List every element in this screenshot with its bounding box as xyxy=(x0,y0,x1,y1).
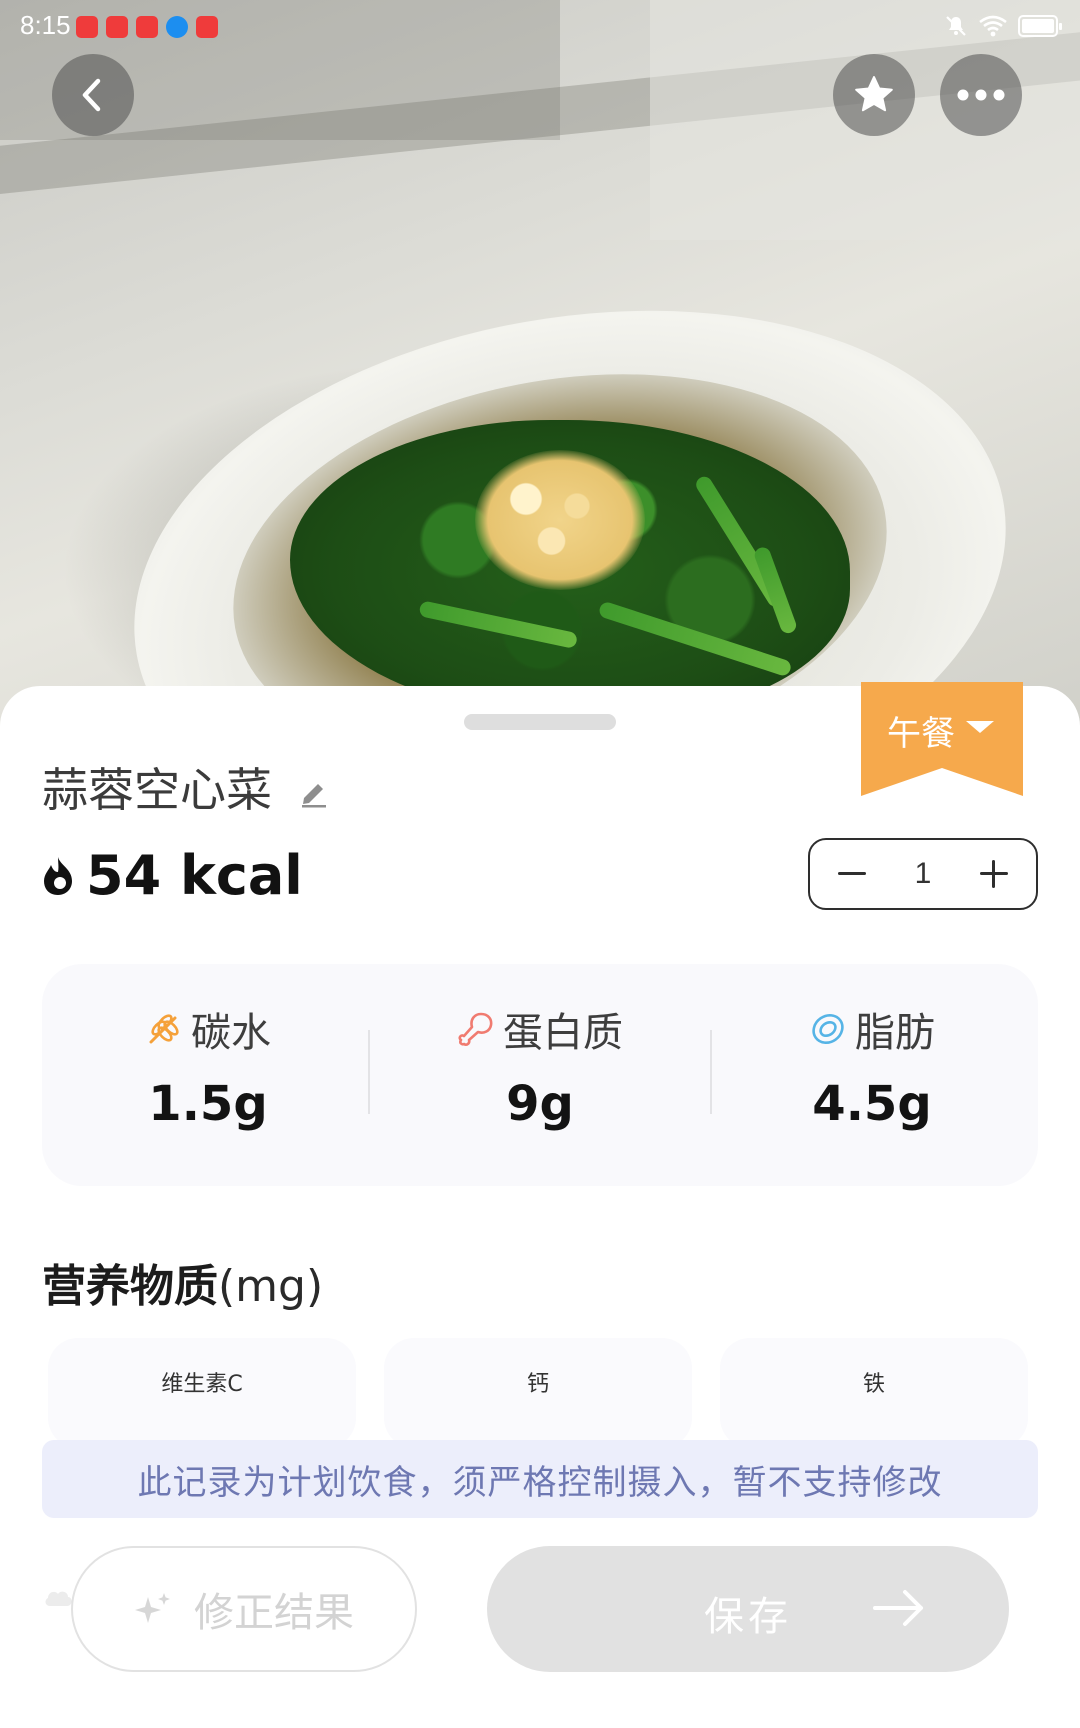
nutrient-card-calcium: 钙 xyxy=(384,1338,692,1448)
nutrient-card-iron: 铁 xyxy=(720,1338,1028,1448)
nutrient-label: 维生素C xyxy=(161,1372,243,1397)
macro-value: 9g xyxy=(506,1076,574,1132)
nutrient-label: 钙 xyxy=(526,1372,549,1397)
meal-label[interactable]: 午餐 xyxy=(887,706,955,755)
macro-value: 4.5g xyxy=(812,1076,932,1132)
increment-button[interactable] xyxy=(976,856,1012,892)
wheat-icon xyxy=(149,1014,179,1044)
food-detail-sheet: 午餐 蒜蓉空心菜 54 kcal 1 碳水 1.5g 蛋白质 9g 脂肪 4.5… xyxy=(0,682,1080,1728)
wifi-icon xyxy=(979,15,1007,37)
macro-value: 1.5g xyxy=(148,1076,268,1132)
notice-text: 此记录为计划饮食，须严格控制摄入，暂不支持修改 xyxy=(137,1462,943,1503)
correct-result-button[interactable]: 修正结果 xyxy=(71,1546,417,1672)
star-icon xyxy=(855,76,893,112)
macro-fat: 脂肪 4.5g xyxy=(706,964,1038,1186)
nutrient-card-vitamin-c: 维生素C xyxy=(48,1338,356,1448)
quantity-value[interactable]: 1 xyxy=(915,857,932,891)
macros-card: 碳水 1.5g 蛋白质 9g 脂肪 4.5g xyxy=(42,964,1038,1186)
chevron-left-icon xyxy=(82,78,101,112)
app-notification-icon xyxy=(106,16,128,38)
macro-label: 脂肪 xyxy=(855,1010,935,1056)
mute-icon xyxy=(946,16,966,36)
macro-label: 蛋白质 xyxy=(503,1010,623,1056)
drag-handle[interactable] xyxy=(464,714,616,730)
action-row: 修正结果 保存 xyxy=(0,1546,1080,1676)
battery-icon xyxy=(1018,15,1062,37)
back-button[interactable] xyxy=(52,54,134,136)
nutrients-unit: (mg) xyxy=(218,1261,324,1312)
browser-notification-icon xyxy=(166,16,188,38)
macro-protein: 蛋白质 9g xyxy=(374,964,706,1186)
cloud-icon xyxy=(45,1591,72,1606)
more-horizontal-icon xyxy=(957,89,1005,101)
edit-icon[interactable] xyxy=(298,776,330,808)
notification-icons xyxy=(76,16,218,38)
flame-icon xyxy=(44,856,72,895)
favorite-button[interactable] xyxy=(833,54,915,136)
sparkle-icon xyxy=(135,1593,170,1623)
drumstick-icon xyxy=(458,1012,493,1046)
status-time: 8:15 xyxy=(20,10,71,40)
save-label: 保存 xyxy=(704,1594,792,1640)
app-notification-icon xyxy=(136,16,158,38)
caret-down-icon xyxy=(966,721,994,733)
plan-notice: 此记录为计划饮食，须严格控制摄入，暂不支持修改 xyxy=(42,1440,1038,1518)
calories-value: 54 kcal xyxy=(86,844,303,907)
nutrients-title: 营养物质(mg) xyxy=(42,1250,323,1314)
food-name: 蒜蓉空心菜 xyxy=(42,763,272,817)
nutrient-label: 铁 xyxy=(862,1372,885,1397)
app-notification-icon xyxy=(196,16,218,38)
nutrients-title-text: 营养物质 xyxy=(42,1261,218,1312)
app-notification-icon xyxy=(76,16,98,38)
divider xyxy=(368,1030,370,1114)
status-right xyxy=(944,14,1062,38)
status-bar: 8:15 xyxy=(0,0,1080,56)
save-button[interactable]: 保存 xyxy=(487,1546,1009,1672)
nutrients-list: 维生素C 钙 铁 xyxy=(48,1338,1028,1448)
quantity-stepper: 1 xyxy=(808,838,1038,910)
decrement-button[interactable] xyxy=(834,856,870,892)
more-button[interactable] xyxy=(940,54,1022,136)
calories-row: 54 kcal xyxy=(40,844,303,907)
food-photo xyxy=(0,0,1080,760)
arrow-right-icon xyxy=(873,1590,923,1626)
macro-carbs: 碳水 1.5g xyxy=(42,964,374,1186)
fat-drop-icon xyxy=(812,1014,844,1044)
macro-label: 碳水 xyxy=(191,1010,271,1056)
correct-result-label: 修正结果 xyxy=(194,1590,354,1636)
